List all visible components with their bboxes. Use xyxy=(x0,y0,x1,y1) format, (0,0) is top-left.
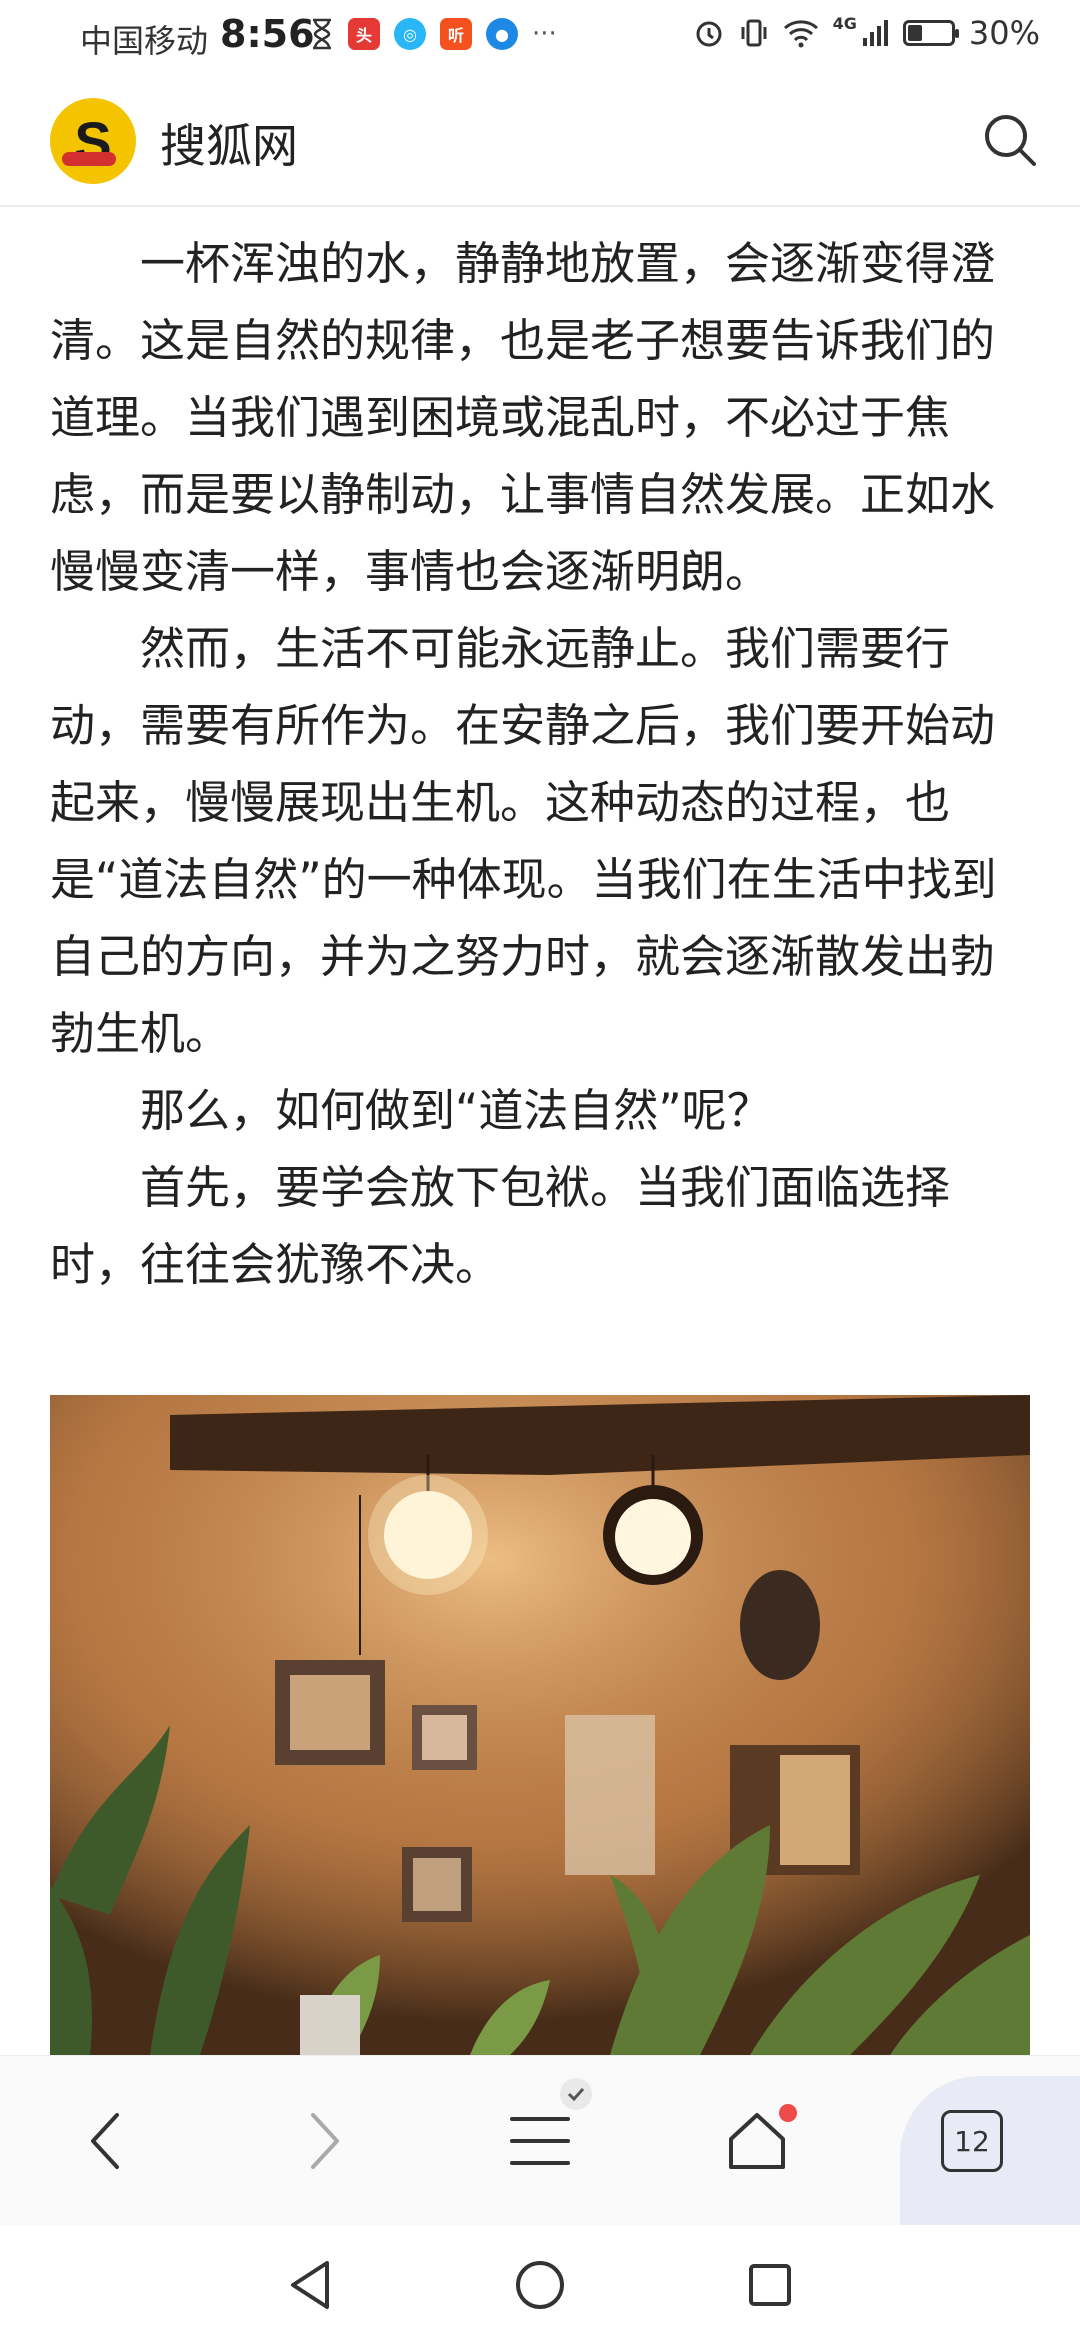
hourglass-icon xyxy=(313,18,331,50)
article-body: 一杯浑浊的水，静静地放置，会逐渐变得澄清。这是自然的规律，也是老子想要告诉我们的… xyxy=(50,225,1030,1303)
system-recents-button[interactable] xyxy=(730,2250,810,2320)
toutiao-app-icon: 头 xyxy=(348,18,380,50)
system-navigation-bar xyxy=(0,2225,1080,2340)
sohu-logo[interactable]: S xyxy=(50,98,136,184)
back-button[interactable] xyxy=(25,2056,185,2226)
article-paragraph: 首先，要学会放下包袱。当我们面临选择时，往往会犹豫不决。 xyxy=(50,1161,951,1291)
square-recents-icon xyxy=(749,2264,791,2306)
system-status-icons: 4G 30% xyxy=(693,14,1040,52)
more-notifications-icon: ··· xyxy=(532,19,557,49)
vibrate-icon xyxy=(741,19,767,47)
check-icon xyxy=(567,2087,585,2101)
battery-icon xyxy=(902,20,959,46)
home-button[interactable] xyxy=(677,2056,837,2226)
notification-icons: 头 ◎ 听 ● ··· xyxy=(310,18,557,50)
chevron-right-icon xyxy=(311,2113,339,2169)
browser-app-icon: ◎ xyxy=(394,18,426,50)
wifi-icon xyxy=(783,20,818,48)
search-button[interactable] xyxy=(980,110,1040,170)
notification-dot xyxy=(779,2104,797,2122)
article-image[interactable] xyxy=(50,1395,1030,2055)
forward-button[interactable] xyxy=(245,2056,405,2226)
status-bar: 中国移动 8:56 头 ◎ 听 ● ··· 4G 30% xyxy=(0,0,1080,70)
site-name[interactable]: 搜狐网 xyxy=(160,110,298,176)
alarm-icon xyxy=(696,21,722,47)
article-paragraph: 那么，如何做到“道法自然”呢？ xyxy=(140,1084,772,1137)
triangle-back-icon xyxy=(291,2261,329,2309)
carrier-label: 中国移动 xyxy=(80,22,209,60)
battery-percent: 30% xyxy=(968,14,1040,52)
menu-button[interactable] xyxy=(460,2056,620,2226)
hamburger-menu-icon xyxy=(510,2117,570,2165)
article-paragraph: 然而，生活不可能永远静止。我们需要行动，需要有所作为。在安静之后，我们要开始动起… xyxy=(50,622,997,1060)
home-icon xyxy=(729,2113,785,2169)
browser-toolbar: 12 xyxy=(0,2055,1080,2226)
search-icon xyxy=(985,115,1036,166)
site-header: S 搜狐网 xyxy=(0,70,1080,207)
tab-count-icon: 12 xyxy=(941,2110,1003,2172)
tabs-button[interactable]: 12 xyxy=(892,2056,1052,2226)
chevron-left-icon xyxy=(91,2113,119,2169)
room-with-lamps-illustration xyxy=(50,1395,1030,2055)
globe-app-icon: ● xyxy=(486,18,518,50)
check-badge xyxy=(560,2078,592,2110)
listen-app-icon: 听 xyxy=(440,18,472,50)
article-paragraph: 一杯浑浊的水，静静地放置，会逐渐变得澄清。这是自然的规律，也是老子想要告诉我们的… xyxy=(50,237,996,598)
signal-icon xyxy=(862,20,888,46)
logo-swoosh xyxy=(62,152,116,166)
system-home-button[interactable] xyxy=(500,2250,580,2320)
system-back-button[interactable] xyxy=(270,2250,350,2320)
circle-home-icon xyxy=(516,2261,564,2309)
clock: 8:56 xyxy=(220,12,315,56)
network-type: 4G xyxy=(832,14,857,33)
